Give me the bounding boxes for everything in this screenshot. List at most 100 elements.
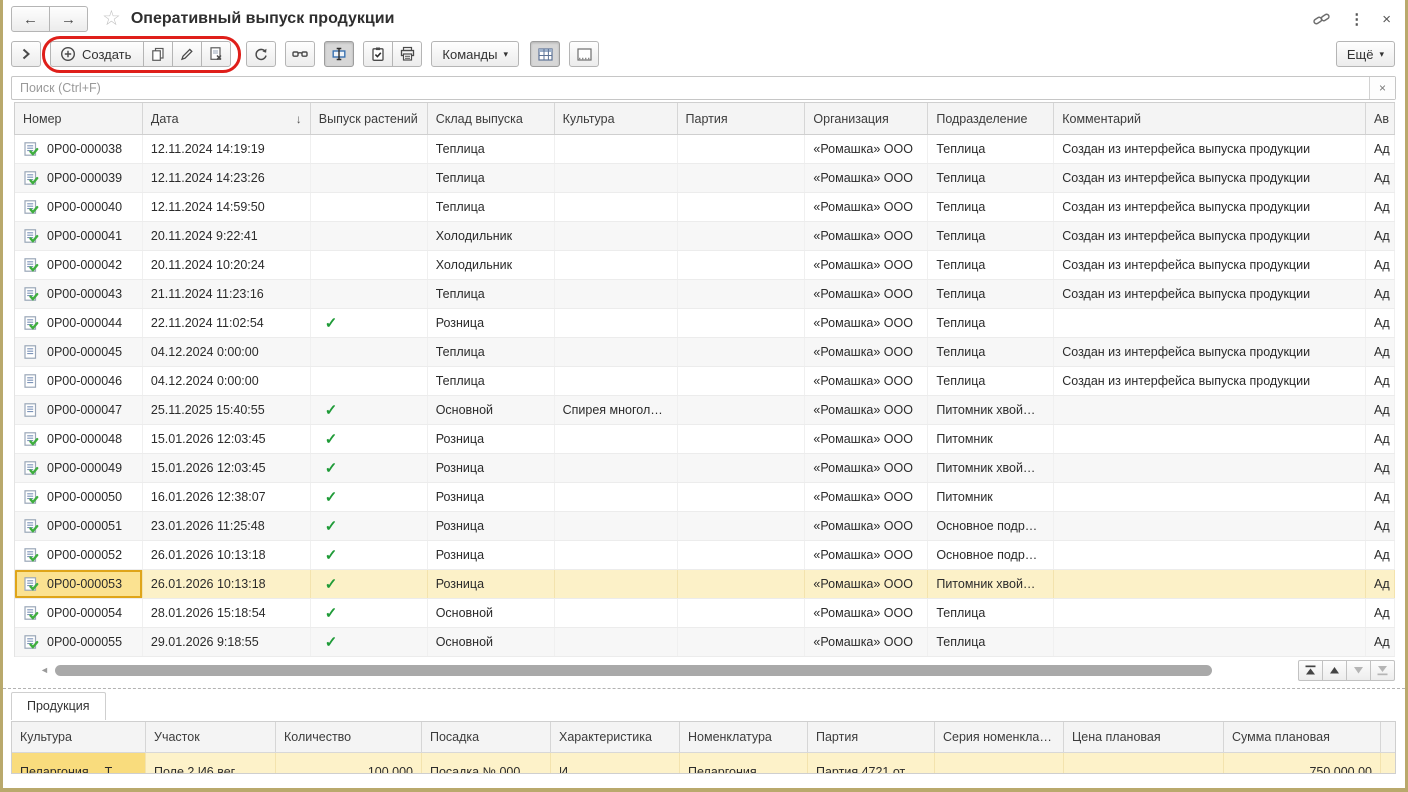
go-first-button[interactable] — [1298, 660, 1323, 681]
cell: Питомник — [928, 483, 1054, 511]
favorite-star-icon[interactable]: ☆ — [102, 9, 121, 29]
column-header[interactable]: Культура — [555, 103, 678, 134]
plants-release-cell — [311, 193, 428, 221]
products-column-header[interactable]: Количество — [276, 722, 422, 752]
list-view-button[interactable] — [530, 41, 560, 67]
products-column-header[interactable]: Культура — [12, 722, 146, 752]
column-header[interactable]: Комментарий — [1054, 103, 1366, 134]
table-row[interactable]: 0Р00-00005428.01.2026 15:18:54✓Основной«… — [15, 599, 1395, 628]
table-row[interactable]: 0Р00-00005016.01.2026 12:38:07✓Розница«Р… — [15, 483, 1395, 512]
column-header-label: Партия — [686, 112, 728, 126]
edit-button[interactable] — [172, 41, 202, 67]
table-row[interactable]: 0Р00-00004422.11.2024 11:02:54✓Розница«Р… — [15, 309, 1395, 338]
table-row[interactable]: 0Р00-00004915.01.2026 12:03:45✓Розница«Р… — [15, 454, 1395, 483]
products-row[interactable]: Пеларгония… Т…Поле 2 И6 вег…100 000Посад… — [12, 753, 1395, 773]
go-last-button[interactable] — [1370, 660, 1395, 681]
function-panel-button[interactable] — [11, 41, 41, 67]
column-header[interactable]: Склад выпуска — [428, 103, 555, 134]
cell: Ад — [1366, 570, 1395, 598]
products-column-header[interactable]: Участок — [146, 722, 276, 752]
cell: Холодильник — [428, 251, 555, 279]
table-row[interactable]: 0Р00-00004012.11.2024 14:59:50Теплица«Ро… — [15, 193, 1395, 222]
print-button[interactable] — [392, 41, 422, 67]
products-table-panel: КультураУчастокКоличествоПосадкаХарактер… — [11, 721, 1396, 774]
mark-deletion-button[interactable] — [201, 41, 231, 67]
products-column-header[interactable]: Серия номенкла… — [935, 722, 1064, 752]
cell — [1054, 628, 1366, 656]
products-column-header[interactable]: Характеристика — [551, 722, 680, 752]
cell — [678, 454, 806, 482]
cell: Розница — [428, 483, 555, 511]
forward-button[interactable]: → — [49, 6, 88, 32]
checkmark-icon: ✓ — [319, 575, 338, 593]
column-header[interactable]: Ав — [1366, 103, 1395, 134]
tab-products[interactable]: Продукция — [11, 692, 106, 720]
refresh-button[interactable] — [246, 41, 276, 67]
products-column-header[interactable]: Партия — [808, 722, 935, 752]
table-row[interactable]: 0Р00-00004321.11.2024 11:23:16Теплица«Ро… — [15, 280, 1395, 309]
table-row[interactable]: 0Р00-00004504.12.2024 0:00:00Теплица«Ром… — [15, 338, 1395, 367]
column-header[interactable]: Выпуск растений — [311, 103, 428, 134]
products-column-header[interactable]: Номенклатура — [680, 722, 808, 752]
go-next-button[interactable] — [1346, 660, 1371, 681]
back-button[interactable]: ← — [11, 6, 50, 32]
table-row[interactable]: 0Р00-00005326.01.2026 10:13:18✓Розница«Р… — [15, 570, 1395, 599]
sort-desc-icon: ↓ — [292, 112, 302, 126]
cell: Ад — [1366, 541, 1395, 569]
document-number: 0Р00-000039 — [47, 171, 122, 185]
document-number: 0Р00-000038 — [47, 142, 122, 156]
cell: 16.01.2026 12:38:07 — [143, 483, 311, 511]
products-column-header[interactable]: Посадка — [422, 722, 551, 752]
products-cell-focused: Пеларгония… Т… — [12, 753, 146, 773]
products-column-header[interactable]: Сумма плановая — [1224, 722, 1381, 752]
hscroll-thumb[interactable] — [55, 665, 1212, 676]
column-header[interactable]: Дата↓ — [143, 103, 311, 134]
horizontal-scrollbar[interactable] — [55, 664, 1260, 676]
footer-panel-button[interactable] — [569, 41, 599, 67]
copy-button[interactable] — [143, 41, 173, 67]
column-header[interactable]: Номер — [15, 103, 143, 134]
number-cell: 0Р00-000051 — [15, 512, 143, 540]
table-row[interactable]: 0Р00-00003912.11.2024 14:23:26Теплица«Ро… — [15, 164, 1395, 193]
column-header[interactable]: Партия — [678, 103, 806, 134]
cell — [555, 193, 678, 221]
commands-dropdown[interactable]: Команды ▾ — [431, 41, 519, 67]
document-number: 0Р00-000042 — [47, 258, 122, 272]
create-button[interactable]: Создать — [50, 41, 144, 67]
table-row[interactable]: 0Р00-00005226.01.2026 10:13:18✓Розница«Р… — [15, 541, 1395, 570]
cell: Теплица — [928, 193, 1054, 221]
search-input[interactable] — [12, 77, 1369, 99]
table-row[interactable]: 0Р00-00004725.11.2025 15:40:55✓ОсновнойС… — [15, 396, 1395, 425]
table-row[interactable]: 0Р00-00003812.11.2024 14:19:19Теплица«Ро… — [15, 135, 1395, 164]
document-number: 0Р00-000052 — [47, 548, 122, 562]
more-actions-dropdown[interactable]: Ещё ▾ — [1336, 41, 1395, 67]
hscroll-left-icon[interactable]: ◄ — [40, 665, 49, 675]
document-number: 0Р00-000049 — [47, 461, 122, 475]
table-row[interactable]: 0Р00-00004220.11.2024 10:20:24Холодильни… — [15, 251, 1395, 280]
toolbar: Создать — [3, 34, 1405, 72]
close-icon[interactable]: × — [1382, 11, 1391, 28]
more-menu-icon[interactable]: ⋮ — [1349, 10, 1364, 28]
cell: 26.01.2026 10:13:18 — [143, 541, 311, 569]
set-interval-button[interactable] — [324, 41, 354, 67]
document-number: 0Р00-000053 — [47, 577, 122, 591]
products-column-header[interactable]: Цена плановая — [1064, 722, 1224, 752]
table-row[interactable]: 0Р00-00004120.11.2024 9:22:41Холодильник… — [15, 222, 1395, 251]
go-prev-button[interactable] — [1322, 660, 1347, 681]
cell — [555, 454, 678, 482]
table-row[interactable]: 0Р00-00005529.01.2026 9:18:55✓Основной«Р… — [15, 628, 1395, 657]
cell: «Ромашка» ООО — [805, 251, 928, 279]
table-row[interactable]: 0Р00-00004604.12.2024 0:00:00Теплица«Ром… — [15, 367, 1395, 396]
search-clear-button[interactable]: × — [1369, 77, 1395, 99]
column-header[interactable]: Подразделение — [928, 103, 1054, 134]
cell: Теплица — [428, 135, 555, 163]
find-button[interactable] — [285, 41, 315, 67]
post-document-button[interactable] — [363, 41, 393, 67]
table-row[interactable]: 0Р00-00004815.01.2026 12:03:45✓Розница«Р… — [15, 425, 1395, 454]
get-link-icon[interactable] — [1312, 11, 1331, 28]
products-cell: Посадка № 000… — [422, 753, 551, 773]
cell — [1054, 396, 1366, 424]
document-posted-icon — [23, 228, 40, 244]
column-header[interactable]: Организация — [805, 103, 928, 134]
table-row[interactable]: 0Р00-00005123.01.2026 11:25:48✓Розница«Р… — [15, 512, 1395, 541]
